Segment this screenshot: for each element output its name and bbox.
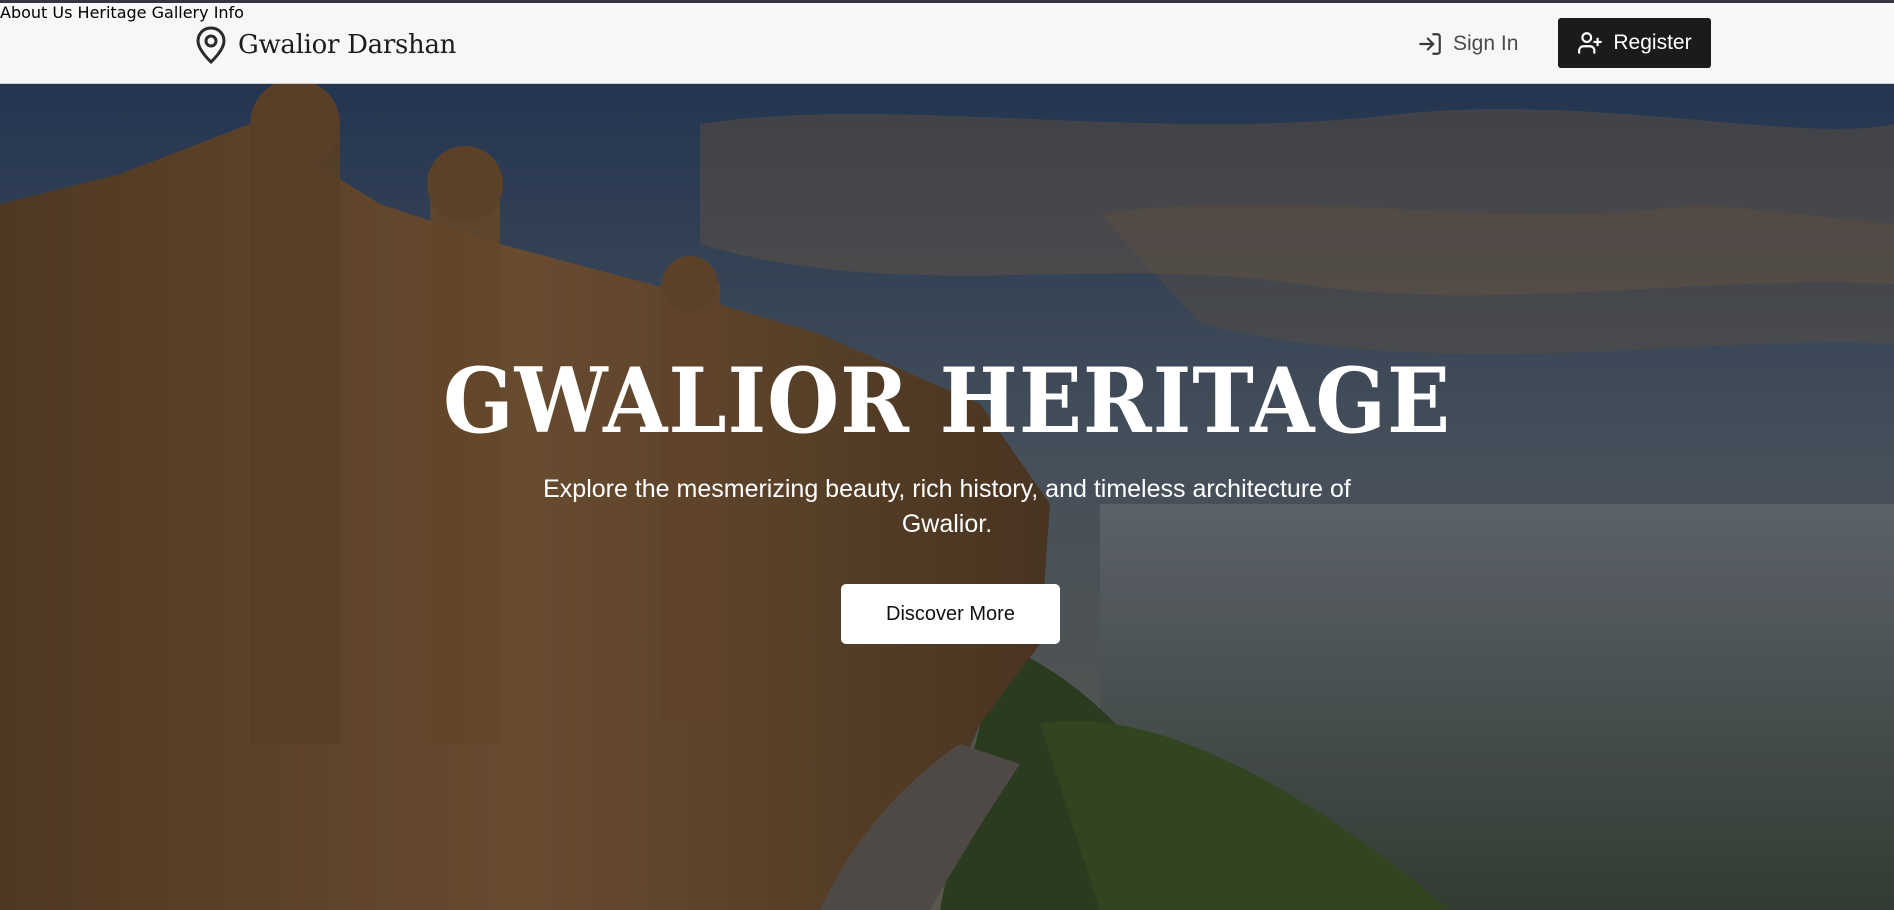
register-label: Register — [1613, 31, 1692, 54]
hero-subtitle: Explore the mesmerizing beauty, rich his… — [543, 475, 1351, 538]
user-plus-icon — [1578, 32, 1603, 54]
sign-in-icon — [1419, 33, 1441, 55]
hero-section: GWALIOR HERITAGE Explore the mesmerizing… — [0, 84, 1894, 910]
nav-info[interactable]: Info — [214, 3, 244, 22]
discover-more-button[interactable]: Discover More — [841, 584, 1060, 644]
brand-logo[interactable]: Gwalior Darshan — [194, 25, 456, 65]
nav-about-us[interactable]: About Us — [0, 3, 72, 22]
hero-title: GWALIOR HERITAGE — [442, 348, 1452, 454]
nav-heritage[interactable]: Heritage — [78, 3, 147, 22]
sign-in-link[interactable]: Sign In — [1417, 31, 1518, 57]
brand-name: Gwalior Darshan — [238, 30, 457, 60]
navbar: Gwalior Darshan About Us Heritage Galler… — [0, 3, 1894, 84]
nav-gallery[interactable]: Gallery — [152, 3, 209, 22]
sign-in-label: Sign In — [1453, 32, 1519, 55]
map-pin-icon — [196, 26, 226, 65]
register-button[interactable]: Register — [1558, 18, 1711, 68]
